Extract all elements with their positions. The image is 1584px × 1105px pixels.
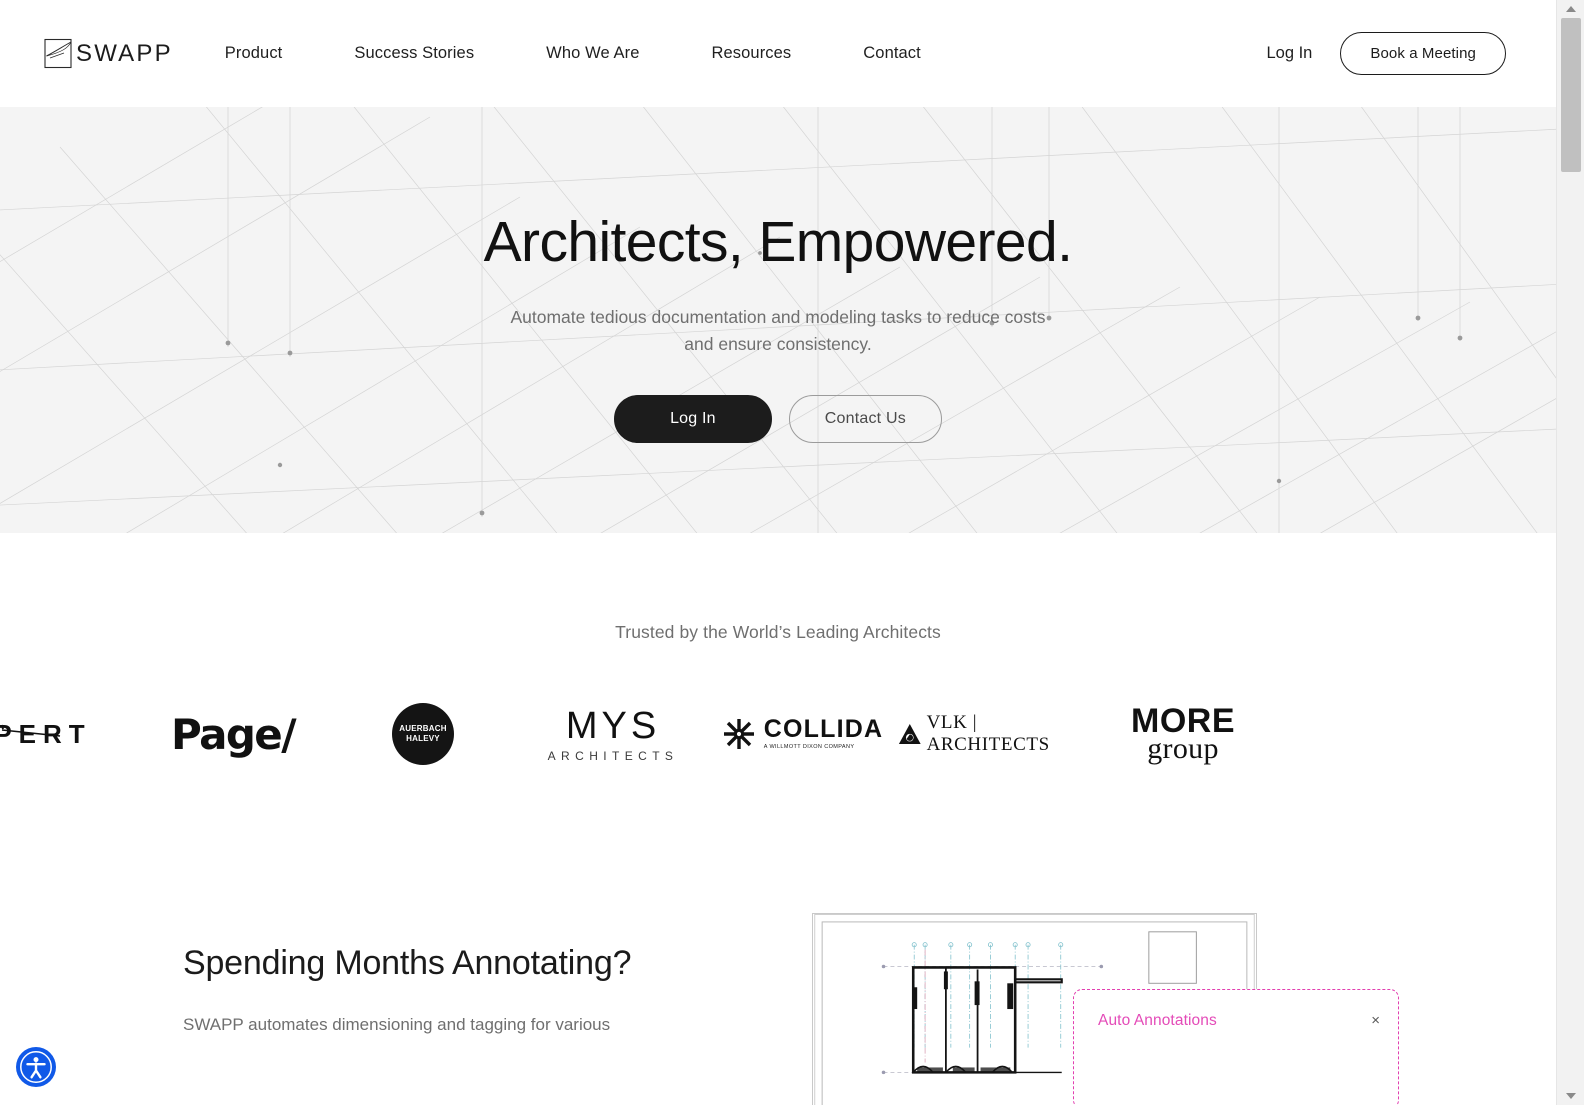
- scrollbar-thumb[interactable]: [1561, 18, 1581, 172]
- mys-logo-text: MYS: [565, 704, 661, 747]
- accessibility-widget-button[interactable]: [16, 1047, 56, 1087]
- swapp-square-mark-icon: [44, 38, 75, 69]
- hero-login-button[interactable]: Log In: [614, 394, 772, 443]
- mys-logo-subtext: ARCHITECTS: [547, 748, 679, 763]
- book-a-meeting-button[interactable]: Book a Meeting: [1340, 32, 1506, 75]
- swapp-logo[interactable]: SWAPP: [44, 38, 173, 69]
- nav-item-who-we-are[interactable]: Who We Are: [546, 36, 639, 71]
- client-logo-auerbach-halevy: AUERBACH HALEVY: [328, 679, 518, 789]
- hero-contact-button[interactable]: Contact Us: [788, 394, 942, 443]
- swapp-wordmark: SWAPP: [76, 39, 173, 67]
- trusted-by-section: Trusted by the World’s Leading Architect…: [0, 533, 1556, 789]
- hero-buttons: Log In Contact Us: [0, 394, 1556, 443]
- client-logo-vlk-architects: VLK | ARCHITECTS: [898, 679, 1088, 789]
- client-logo-collida: COLLIDA A WILLMOTT DIXON COMPANY: [708, 679, 898, 789]
- trusted-by-title: Trusted by the World’s Leading Architect…: [615, 622, 941, 642]
- client-logo-page: Page/: [138, 679, 328, 789]
- annotating-title: Spending Months Annotating?: [183, 944, 632, 982]
- page-scrollbar[interactable]: [1556, 0, 1584, 1105]
- page-root: SWAPP Product Success Stories Who We Are…: [0, 0, 1584, 1105]
- accessibility-person-icon: [20, 1051, 52, 1083]
- header-login-link[interactable]: Log In: [1266, 44, 1312, 63]
- annotating-copy: Spending Months Annotating? SWAPP automa…: [183, 913, 703, 1038]
- hero-section: Architects, Empowered. Automate tedious …: [0, 107, 1556, 533]
- vlk-triangle-icon: [898, 724, 921, 744]
- client-logo-pert: PERT: [0, 679, 138, 789]
- auerbach-line-2: HALEVY: [406, 734, 440, 743]
- site-header: SWAPP Product Success Stories Who We Are…: [0, 0, 1556, 107]
- nav-item-contact[interactable]: Contact: [863, 36, 921, 71]
- annotating-description: SWAPP automates dimensioning and tagging…: [183, 1015, 611, 1035]
- browser-viewport: SWAPP Product Success Stories Who We Are…: [0, 0, 1556, 1105]
- hero-subtitle: Automate tedious documentation and model…: [510, 306, 1046, 354]
- pert-slash-icon: [1, 724, 61, 737]
- page-logo-text: Page/: [171, 709, 296, 759]
- collida-burst-icon: [723, 719, 754, 749]
- hero-title: Architects, Empowered.: [483, 210, 1073, 274]
- client-logo-track: PERT Page/ AUERBACH HALEVY MYS ARCHITECT…: [0, 679, 1278, 789]
- vlk-logo-text: VLK | ARCHITECTS: [926, 712, 1050, 755]
- close-icon[interactable]: ×: [1371, 1012, 1380, 1028]
- nav-item-success-stories[interactable]: Success Stories: [354, 36, 474, 71]
- main-navigation: Product Success Stories Who We Are Resou…: [225, 36, 993, 71]
- collida-logo-text: COLLIDA: [763, 715, 884, 744]
- annotating-section: Spending Months Annotating? SWAPP automa…: [0, 913, 1556, 1105]
- nav-item-product[interactable]: Product: [225, 36, 283, 71]
- annotating-visual: Auto Annotations ×: [812, 913, 1399, 1105]
- client-logo-mys-architects: MYS ARCHITECTS: [518, 679, 708, 789]
- scroll-down-arrow-icon[interactable]: [1557, 1087, 1584, 1105]
- nav-item-resources[interactable]: Resources: [712, 36, 792, 71]
- hero-content: Architects, Empowered. Automate tedious …: [0, 107, 1556, 443]
- header-actions: Log In Book a Meeting: [1266, 32, 1556, 75]
- auto-annotations-label: Auto Annotations: [1098, 1012, 1217, 1029]
- scroll-up-arrow-icon[interactable]: [1557, 0, 1584, 18]
- collida-logo-subtext: A WILLMOTT DIXON COMPANY: [763, 744, 855, 751]
- auerbach-line-1: AUERBACH: [399, 724, 447, 733]
- auto-annotations-popup: Auto Annotations ×: [1073, 989, 1399, 1105]
- client-logo-more-group: MORE group: [1088, 679, 1278, 789]
- client-logo-carousel[interactable]: PERT Page/ AUERBACH HALEVY MYS ARCHITECT…: [0, 679, 1556, 789]
